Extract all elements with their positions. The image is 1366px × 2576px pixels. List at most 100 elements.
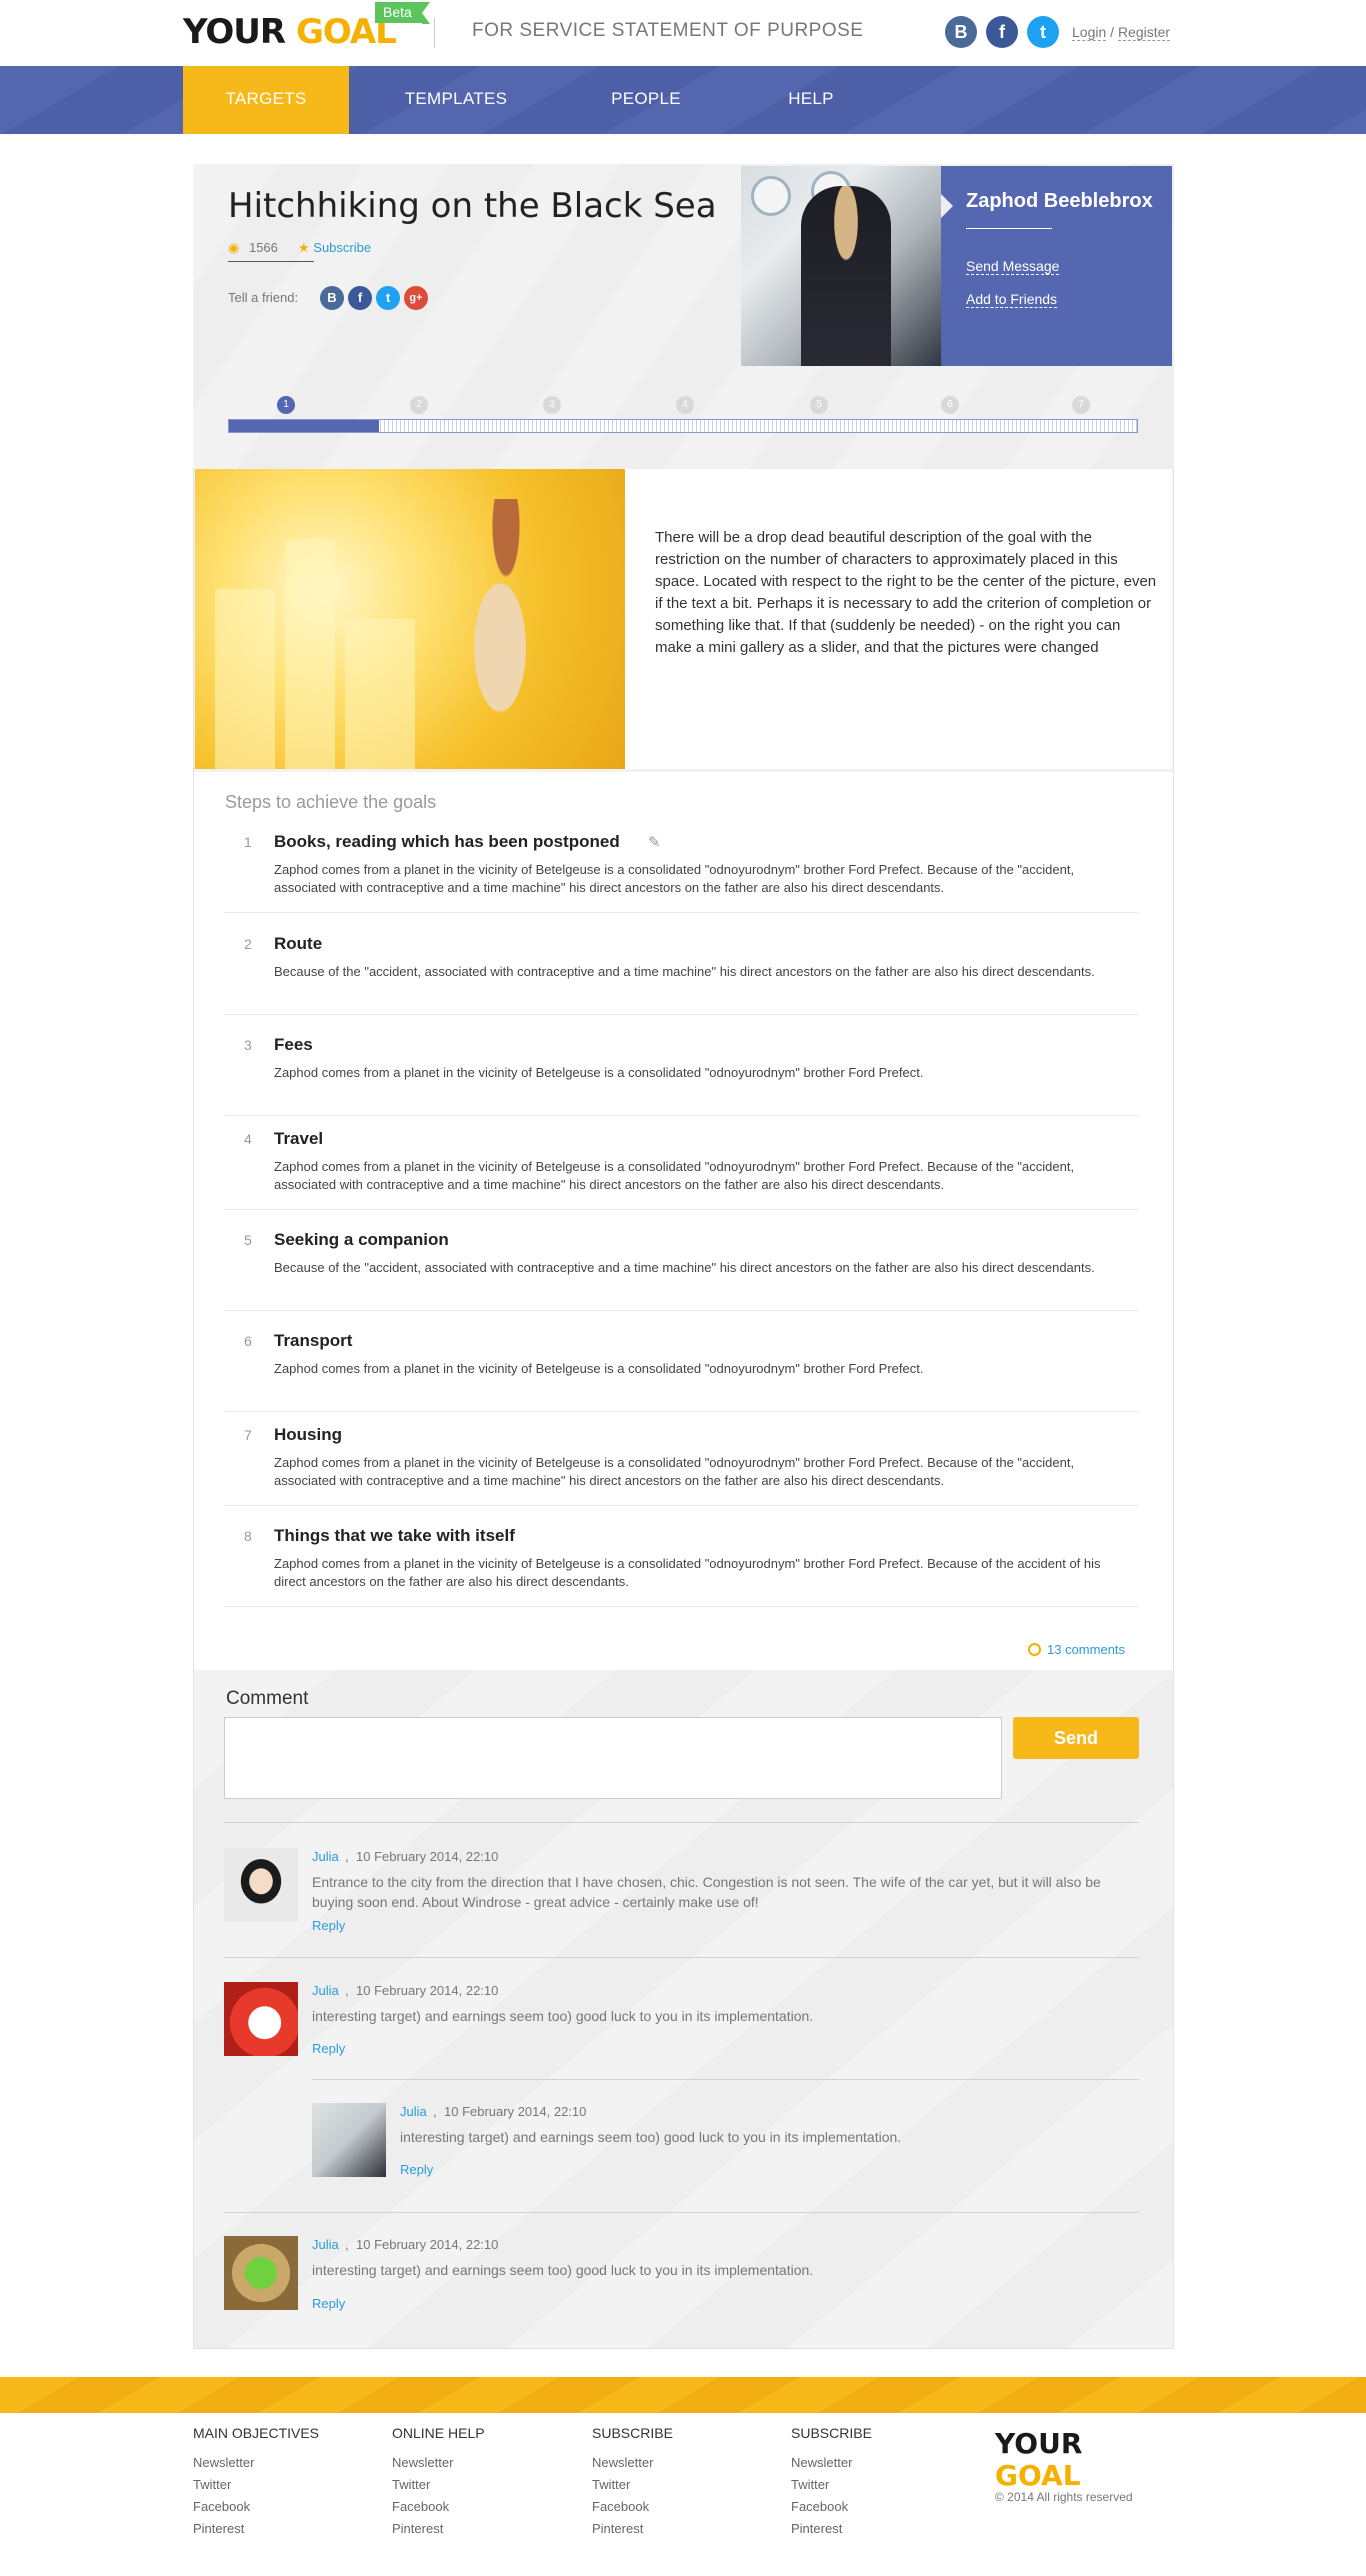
login-link[interactable]: Login	[1072, 24, 1107, 41]
step-title[interactable]: Transport	[274, 1331, 352, 1351]
star-icon: ★	[298, 240, 310, 255]
twitter-icon[interactable]: t	[1027, 16, 1059, 48]
comment-author[interactable]: Julia	[312, 1983, 339, 1998]
subscribe-link[interactable]: ★ Subscribe	[298, 240, 371, 256]
comment-label: Comment	[226, 1688, 309, 1709]
step-number: 2	[244, 936, 252, 952]
copyright: © 2014 All rights reserved	[995, 2490, 1133, 2504]
step-divider	[225, 1209, 1138, 1210]
footer-link[interactable]: Pinterest	[592, 2521, 643, 2536]
step-title[interactable]: Seeking a companion	[274, 1230, 449, 1250]
step-title[interactable]: Travel	[274, 1129, 323, 1149]
share-facebook-icon[interactable]: f	[348, 286, 372, 310]
send-button[interactable]: Send	[1013, 1717, 1139, 1759]
comment-author[interactable]: Julia	[312, 1849, 339, 1864]
step-divider	[225, 1310, 1138, 1311]
tagline: FOR SERVICE STATEMENT OF PURPOSE	[472, 20, 864, 41]
step-divider	[225, 1014, 1138, 1015]
footer-link[interactable]: Newsletter	[791, 2455, 852, 2470]
share-vk-icon[interactable]: B	[320, 286, 344, 310]
step-title[interactable]: Books, reading which has been postponed	[274, 832, 620, 852]
comment-author[interactable]: Julia	[312, 2237, 339, 2252]
footer-heading: SUBSCRIBE	[791, 2425, 872, 2441]
step-title[interactable]: Fees	[274, 1035, 313, 1055]
reply-link[interactable]: Reply	[312, 1918, 345, 1933]
reply-link[interactable]: Reply	[400, 2162, 433, 2177]
step-title[interactable]: Route	[274, 934, 322, 954]
logo[interactable]: YOUR GOAL	[183, 12, 397, 52]
footer-link[interactable]: Newsletter	[193, 2455, 254, 2470]
reply-link[interactable]: Reply	[312, 2296, 345, 2311]
edit-pencil-icon[interactable]: ✎	[648, 833, 661, 851]
send-message-link[interactable]: Send Message	[966, 258, 1060, 275]
step-number: 1	[244, 834, 252, 850]
site-header: YOUR GOAL Beta FOR SERVICE STATEMENT OF …	[0, 0, 1366, 66]
step-title[interactable]: Things that we take with itself	[274, 1526, 515, 1546]
goal-description: There will be a drop dead beautiful desc…	[655, 529, 1157, 656]
beta-badge: Beta	[375, 2, 430, 24]
nav-templates[interactable]: TEMPLATES	[376, 66, 536, 134]
avatar[interactable]	[224, 1982, 298, 2056]
comment-text: interesting target) and earnings seem to…	[312, 2262, 814, 2278]
share-twitter-icon[interactable]: t	[376, 286, 400, 310]
step-number: 3	[244, 1037, 252, 1053]
footer-logo[interactable]: YOUR GOAL	[995, 2428, 1082, 2492]
user-photo[interactable]	[741, 166, 941, 366]
user-name[interactable]: Zaphod Beeblebrox	[966, 190, 1153, 213]
goal-image[interactable]	[195, 469, 625, 769]
vk-icon[interactable]: B	[945, 16, 977, 48]
tell-friend-label: Tell a friend:	[228, 290, 299, 305]
progress-step[interactable]: 1	[277, 396, 295, 414]
photo-person	[801, 186, 891, 366]
footer-link[interactable]: Facebook	[392, 2499, 449, 2514]
footer-link[interactable]: Twitter	[791, 2477, 829, 2492]
comment-input[interactable]	[224, 1717, 1002, 1799]
progress-step[interactable]: 7	[1072, 396, 1090, 414]
comments-count-link[interactable]: 13 comments	[1028, 1642, 1125, 1657]
footer-link[interactable]: Facebook	[193, 2499, 250, 2514]
register-link[interactable]: Register	[1117, 24, 1171, 41]
footer-link[interactable]: Pinterest	[791, 2521, 842, 2536]
avatar[interactable]	[312, 2103, 386, 2177]
footer-link[interactable]: Facebook	[791, 2499, 848, 2514]
views-underline	[228, 261, 314, 262]
step-description: Zaphod comes from a planet in the vicini…	[274, 862, 1075, 895]
footer-heading: ONLINE HELP	[392, 2425, 485, 2441]
step-description: Zaphod comes from a planet in the vicini…	[274, 1556, 1101, 1589]
step-number: 4	[244, 1131, 252, 1147]
step-number: 6	[244, 1333, 252, 1349]
auth-links: Login / Register	[1072, 24, 1171, 41]
progress-step[interactable]: 3	[543, 396, 561, 414]
comment-author[interactable]: Julia	[400, 2104, 427, 2119]
progress-step[interactable]: 6	[941, 396, 959, 414]
nav-targets[interactable]: TARGETS	[183, 66, 349, 134]
nav-people[interactable]: PEOPLE	[566, 66, 726, 134]
reply-link[interactable]: Reply	[312, 2041, 345, 2056]
comment-comma: ,	[345, 1849, 349, 1864]
progress-step[interactable]: 5	[810, 396, 828, 414]
steps-heading: Steps to achieve the goals	[225, 792, 437, 812]
comment-comma: ,	[345, 1983, 349, 1998]
footer-link[interactable]: Pinterest	[392, 2521, 443, 2536]
comment-author-name: Julia	[312, 2237, 339, 2252]
footer-link[interactable]: Twitter	[592, 2477, 630, 2492]
progress-fill	[229, 420, 379, 432]
avatar[interactable]	[224, 1848, 298, 1922]
footer-link[interactable]: Newsletter	[392, 2455, 453, 2470]
nav-help[interactable]: HELP	[731, 66, 891, 134]
footer-link[interactable]: Twitter	[193, 2477, 231, 2492]
step-description: Zaphod comes from a planet in the vicini…	[274, 1065, 924, 1080]
footer-logo-goal: GOAL	[995, 2459, 1081, 2492]
facebook-icon[interactable]: f	[986, 16, 1018, 48]
avatar[interactable]	[224, 2236, 298, 2310]
footer-link[interactable]: Twitter	[392, 2477, 430, 2492]
footer-link[interactable]: Facebook	[592, 2499, 649, 2514]
add-friends-link[interactable]: Add to Friends	[966, 291, 1058, 308]
step-title[interactable]: Housing	[274, 1425, 342, 1445]
progress-step[interactable]: 4	[676, 396, 694, 414]
step-number: 5	[244, 1232, 252, 1248]
share-googleplus-icon[interactable]: g+	[404, 286, 428, 310]
progress-step[interactable]: 2	[410, 396, 428, 414]
footer-link[interactable]: Pinterest	[193, 2521, 244, 2536]
footer-link[interactable]: Newsletter	[592, 2455, 653, 2470]
